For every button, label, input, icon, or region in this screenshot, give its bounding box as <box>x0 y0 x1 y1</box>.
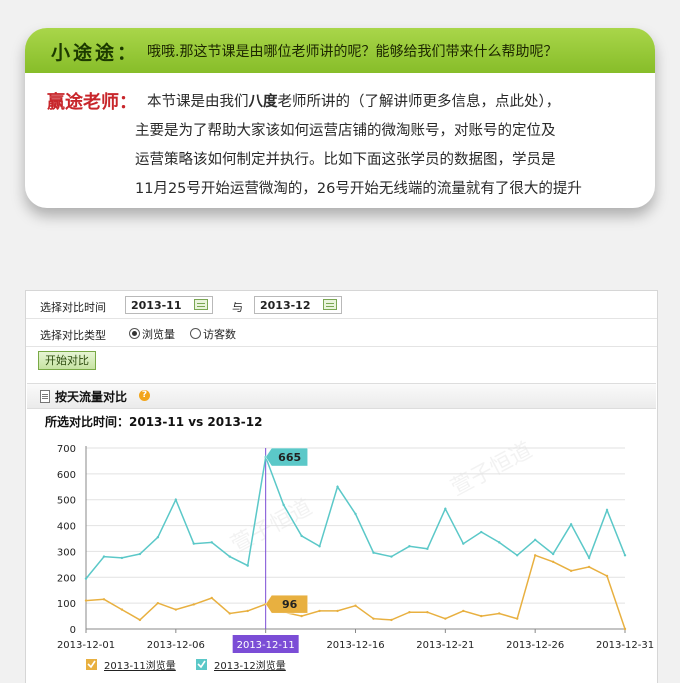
data-point <box>156 536 160 539</box>
y-tick-label: 100 <box>57 599 76 610</box>
x-tick-label: 2013-12-26 <box>506 640 564 651</box>
x-tick-label: 2013-12-06 <box>147 640 205 651</box>
data-point <box>120 556 124 560</box>
series-line-2 <box>85 454 626 580</box>
data-point <box>336 485 339 488</box>
data-point <box>300 614 303 618</box>
data-point <box>551 552 555 556</box>
data-point <box>318 609 321 613</box>
data-point <box>623 627 627 631</box>
answer-line-1-pre: 本节课是由我们 <box>147 94 249 110</box>
answer-speaker: 赢途老师： <box>47 92 137 113</box>
data-point <box>408 545 411 548</box>
answer-line-1-bold: 八度 <box>248 94 278 110</box>
x-tick-label: 2013-12-16 <box>326 640 384 651</box>
question-bar: 小途途： 哦哦.那这节课是由哪位老师讲的呢？能够给我们带来什么帮助呢？ <box>25 28 655 73</box>
data-point <box>138 618 142 622</box>
data-point <box>516 617 519 620</box>
data-point <box>300 534 303 538</box>
data-point <box>408 610 411 614</box>
data-point <box>444 507 447 510</box>
data-point <box>354 512 357 516</box>
data-point <box>444 617 447 620</box>
data-point <box>462 609 465 613</box>
data-point <box>84 577 88 580</box>
data-point <box>498 612 501 615</box>
x-tick-label: 2013-12-21 <box>416 640 474 651</box>
question-text: 哦哦.那这节课是由哪位老师讲的呢？能够给我们带来什么帮助呢？ <box>147 44 558 60</box>
x-tick-label: 2013-12-11 <box>237 640 295 651</box>
data-point <box>192 603 195 606</box>
data-point <box>192 542 195 545</box>
legend-label: 2013-11浏览量 <box>104 659 176 672</box>
question-speaker: 小途途： <box>51 42 140 64</box>
series-line-1 <box>85 554 626 630</box>
data-point <box>587 565 591 569</box>
data-point <box>246 609 249 613</box>
y-tick-label: 500 <box>57 496 76 507</box>
data-point <box>210 596 213 600</box>
legend-label: 2013-12浏览量 <box>214 659 286 672</box>
x-tick-label: 2013-12-31 <box>596 640 654 651</box>
y-tick-label: 200 <box>57 573 76 584</box>
data-point <box>498 541 501 544</box>
answer-line-1: 本节课是由我们八度老师所讲的（了解讲师更多信息，点此处）， <box>147 90 560 111</box>
answer-line-4: 11月25号开始运营微淘的，26号开始无线端的流量就有了很大的提升 <box>135 181 582 197</box>
data-point <box>102 555 106 558</box>
x-tick-label: 2013-12-01 <box>57 640 115 651</box>
dialog-card: 小途途： 哦哦.那这节课是由哪位老师讲的呢？能够给我们带来什么帮助呢？ 赢途老师… <box>25 28 655 208</box>
data-point <box>569 523 573 526</box>
data-point <box>533 554 537 557</box>
data-point <box>605 508 609 512</box>
data-point <box>210 541 213 544</box>
data-point <box>551 560 555 563</box>
data-point <box>282 503 285 507</box>
data-point <box>533 538 537 541</box>
data-point <box>246 564 249 567</box>
data-point <box>228 555 231 558</box>
y-tick-label: 0 <box>70 625 76 636</box>
answer-line-2: 主要是为了帮助大家该如何运营店铺的微淘账号，对账号的定位及 <box>135 123 556 139</box>
data-point <box>372 551 375 554</box>
data-point <box>120 608 124 611</box>
data-point <box>516 554 519 557</box>
y-tick-label: 300 <box>57 547 76 558</box>
data-point <box>318 545 321 548</box>
data-point <box>354 604 357 607</box>
tooltip-value: 665 <box>278 451 301 464</box>
data-point <box>228 612 231 615</box>
answer-line-3: 运营策略该如何制定并执行。比如下面这张学员的数据图，学员是 <box>135 152 556 168</box>
tooltip-value: 96 <box>282 598 298 611</box>
data-point <box>605 574 609 578</box>
data-point <box>426 610 429 614</box>
data-point <box>174 498 178 501</box>
data-point <box>336 609 339 613</box>
data-point <box>462 542 465 545</box>
watermark-text: 萱子恒道 <box>227 495 316 558</box>
data-point <box>84 599 88 602</box>
data-point <box>174 608 178 611</box>
data-point <box>102 598 106 601</box>
data-point <box>138 552 142 556</box>
watermark-text: 萱子恒道 <box>447 438 536 501</box>
y-tick-label: 400 <box>57 522 76 533</box>
data-point <box>569 569 573 573</box>
data-point <box>390 555 393 558</box>
answer-line-1-post: 老师所讲的（了解讲师更多信息，点此处）， <box>277 94 561 110</box>
data-point <box>156 601 160 605</box>
data-point <box>390 618 393 622</box>
traffic-line-chart: 萱子恒道萱子恒道01002003004005006007002013-12-01… <box>57 438 654 672</box>
data-point <box>480 614 483 618</box>
traffic-compare-panel: 选择对比时间 2013-11 与 2013-12 选择对比类型 浏览量 访客数 … <box>25 290 658 683</box>
data-point <box>587 556 591 560</box>
data-point <box>426 547 429 551</box>
y-tick-label: 600 <box>57 470 76 481</box>
data-point <box>623 554 627 557</box>
data-point <box>480 530 483 534</box>
data-point <box>372 617 375 620</box>
y-tick-label: 700 <box>57 444 76 455</box>
